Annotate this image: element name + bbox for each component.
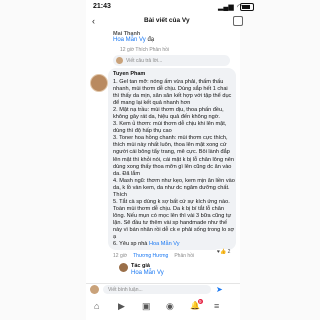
composer-avatar xyxy=(90,285,99,294)
battery-icon xyxy=(240,3,254,11)
groups-icon[interactable]: ◉ xyxy=(166,301,174,312)
status-time: 21:43 xyxy=(93,3,111,10)
comment-author[interactable]: Tuyen Pham xyxy=(113,71,145,77)
reply-mention[interactable]: Hoa Mẫn Vy xyxy=(131,270,164,276)
video-icon[interactable]: ▶ xyxy=(118,301,125,312)
back-button[interactable]: ‹ xyxy=(92,16,95,26)
right-margin xyxy=(240,0,320,320)
signal-icon: ▂▄▆ xyxy=(218,4,234,11)
previous-comment: Mai Thanh Hoa Mẫn Vy đạ xyxy=(113,31,154,43)
reply-avatar[interactable] xyxy=(119,263,128,272)
notification-badge: 9 xyxy=(198,299,203,304)
share-icon[interactable] xyxy=(233,16,243,26)
reaction-count[interactable]: ♥👍 2 xyxy=(215,249,233,255)
comment-text: 1. Gel tan mỡ: nóng ấm vừa phải, thấm th… xyxy=(113,79,235,248)
status-bar: 21:43 ▂▄▆ ◠ xyxy=(0,0,320,14)
left-margin xyxy=(0,0,86,320)
send-icon[interactable]: ➤ xyxy=(216,285,223,294)
comment-time: 12 giờ xyxy=(113,253,128,259)
marketplace-icon[interactable]: ▣ xyxy=(142,301,151,312)
prev-comment-body: Hoa Mẫn Vy đạ xyxy=(113,37,154,43)
avatar xyxy=(116,57,123,64)
comment-placeholder: Viết bình luận... xyxy=(108,287,143,293)
home-icon[interactable]: ⌂ xyxy=(94,301,99,311)
reply-button[interactable]: Phản hồi xyxy=(174,253,194,259)
menu-icon[interactable]: ≡ xyxy=(214,301,219,311)
prev-comment-meta[interactable]: 12 giờ Thích Phản hồi xyxy=(120,47,169,53)
comment-body: 1. Gel tan mỡ: nóng ấm vừa phải, thấm th… xyxy=(113,79,235,248)
prev-comment-mention[interactable]: Hoa Mẫn Vy xyxy=(113,37,146,43)
comment-meta: 12 giờ Thương Hương Phản hồi xyxy=(113,253,194,259)
prev-comment-tail: đạ xyxy=(145,37,155,43)
reply-placeholder: Viết câu trả lời... xyxy=(126,58,163,64)
comment-avatar[interactable] xyxy=(90,74,108,92)
reply-author-badge: Tác giả xyxy=(131,263,150,269)
comment-tag[interactable]: Hoa Mẫn Vy xyxy=(149,241,180,247)
page-title: Bài viết của Vy xyxy=(144,17,190,24)
comment-liked-by[interactable]: Thương Hương xyxy=(133,253,168,259)
